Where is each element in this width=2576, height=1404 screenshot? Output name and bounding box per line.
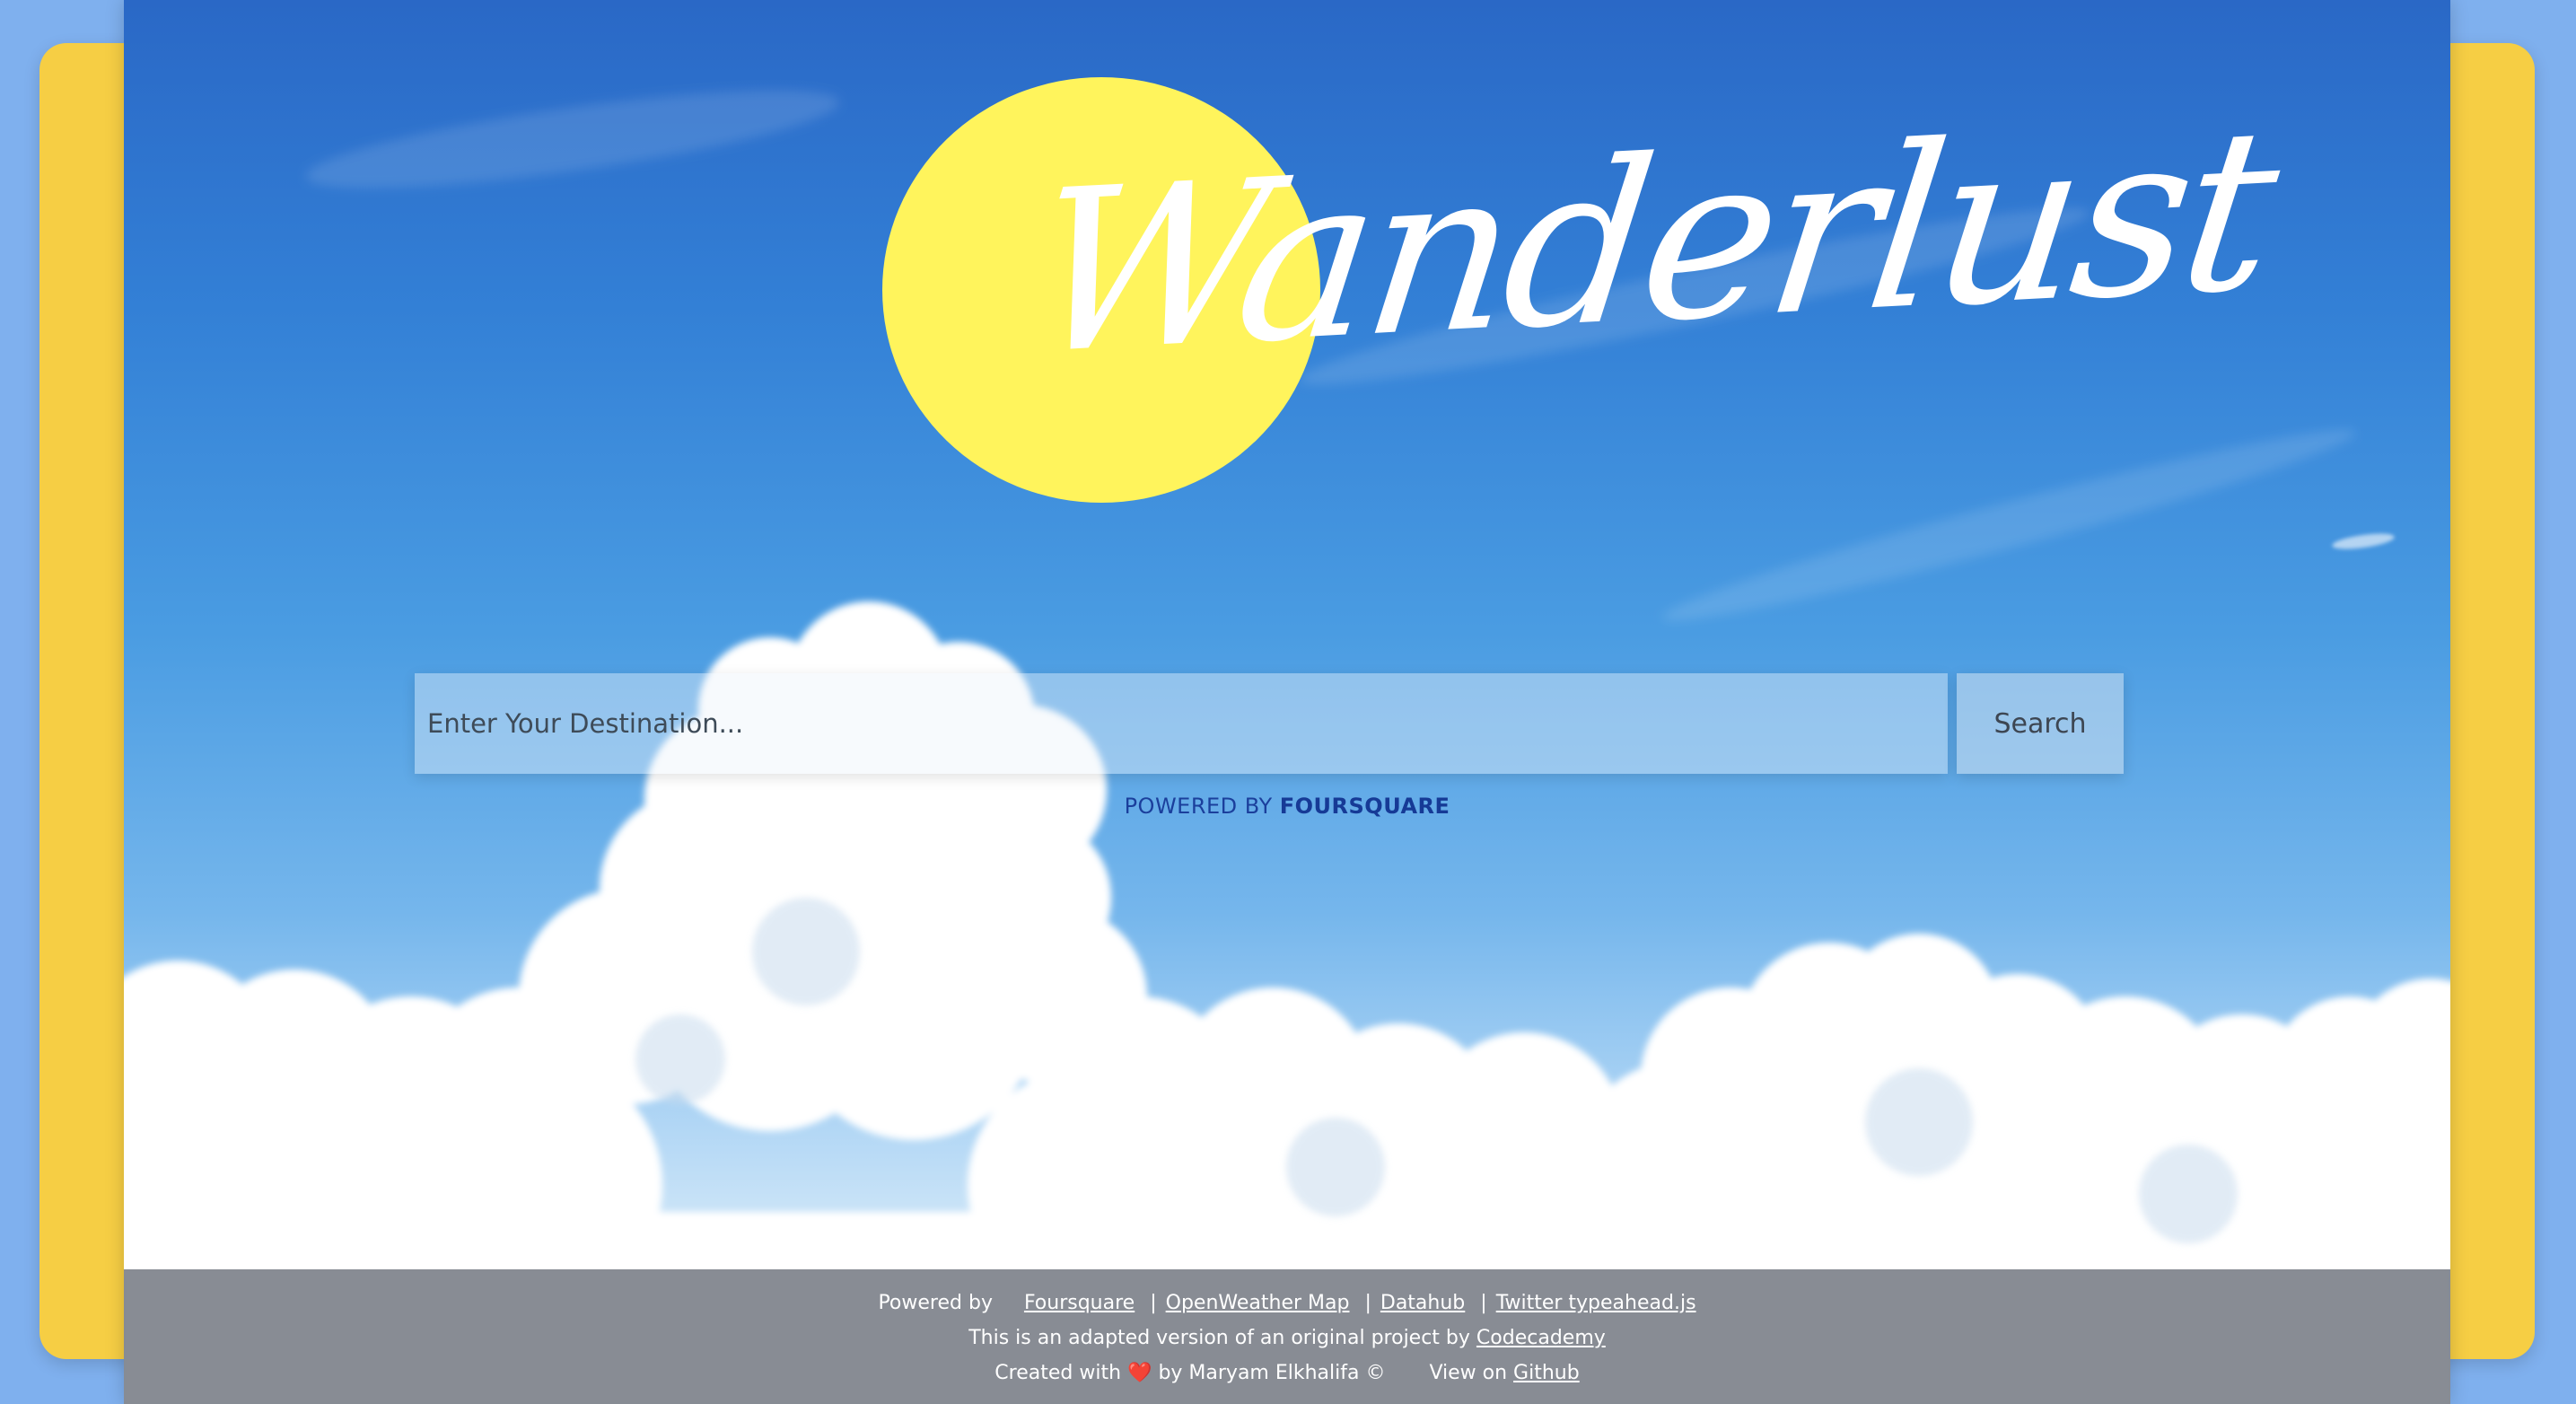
attribution-brand: FOURSQUARE [1279, 794, 1450, 819]
footer-view-on: View on [1429, 1362, 1508, 1384]
footer-link-typeahead[interactable]: Twitter typeahead.js [1496, 1292, 1696, 1314]
heart-icon: ❤️ [1127, 1362, 1152, 1384]
site-logo[interactable]: Wanderlust [1020, 79, 2284, 404]
footer-separator: | [1364, 1292, 1371, 1314]
destination-search-input[interactable] [415, 673, 1948, 774]
footer-powered-by-label: Powered by [878, 1292, 993, 1314]
footer-link-datahub[interactable]: Datahub [1380, 1292, 1465, 1314]
footer-link-foursquare[interactable]: Foursquare [1024, 1292, 1135, 1314]
footer-adapted-line: This is an adapted version of an origina… [124, 1321, 2450, 1356]
footer-created-line: Created with ❤️ by Maryam Elkhalifa © Vi… [124, 1356, 2450, 1391]
footer-link-openweather[interactable]: OpenWeather Map [1166, 1292, 1350, 1314]
footer-link-github[interactable]: Github [1513, 1362, 1580, 1384]
footer: Powered by Foursquare | OpenWeather Map |… [124, 1269, 2450, 1404]
footer-link-codecademy[interactable]: Codecademy [1476, 1327, 1606, 1349]
footer-adapted-text: This is an adapted version of an origina… [968, 1327, 1470, 1349]
footer-created-prefix: Created with [994, 1362, 1122, 1384]
footer-credits-line: Powered by Foursquare | OpenWeather Map |… [124, 1286, 2450, 1321]
foursquare-attribution: POWERED BY FOURSQUARE [124, 794, 2450, 819]
footer-separator: | [1480, 1292, 1487, 1314]
footer-created-suffix: by Maryam Elkhalifa © [1158, 1362, 1386, 1384]
footer-separator: | [1150, 1292, 1157, 1314]
attribution-prefix: POWERED BY [1124, 794, 1273, 819]
hero-panel: Wanderlust Search POWERED BY FOURSQUARE … [124, 0, 2450, 1404]
search-button[interactable]: Search [1957, 673, 2124, 774]
